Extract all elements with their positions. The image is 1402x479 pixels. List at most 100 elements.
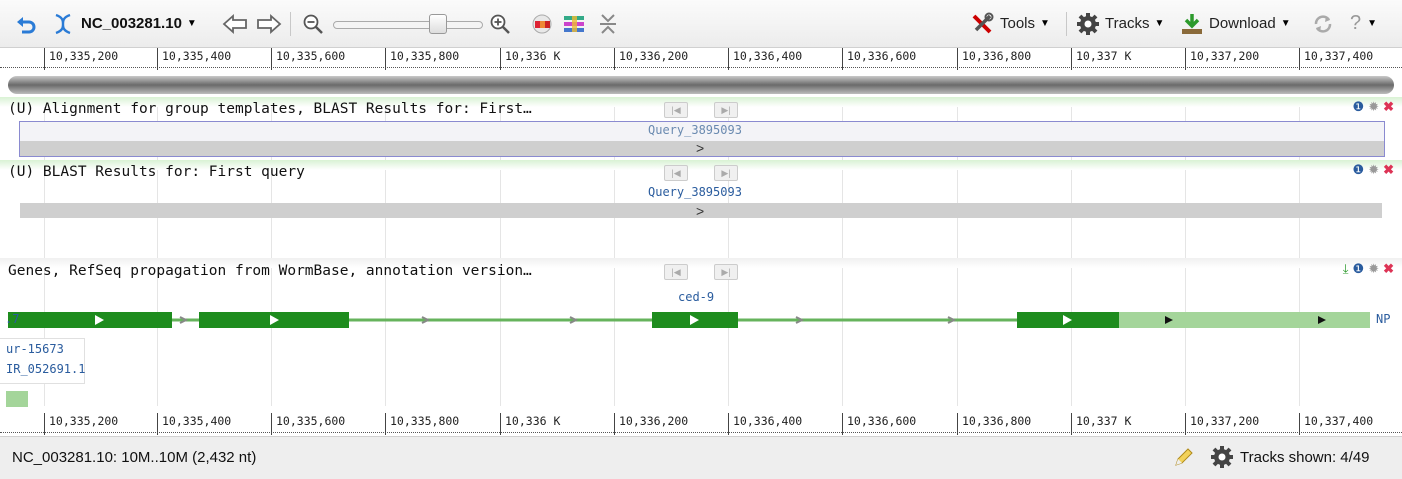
gene-label: ced-9 — [678, 290, 715, 304]
download-menu[interactable]: Download ▼ — [1180, 0, 1291, 47]
exon — [8, 312, 172, 328]
ruler-tick: 10,336,600 — [842, 48, 916, 70]
chevron-right-icon: > — [696, 203, 705, 219]
download-label: Download — [1209, 15, 1276, 32]
download-icon — [1182, 13, 1202, 34]
track-controls: ❶ ✹ ✖ — [1353, 99, 1394, 115]
zoom-in-button[interactable] — [489, 0, 511, 47]
chevron-down-icon: ▼ — [1040, 18, 1050, 29]
help-icon: ? — [1350, 12, 1362, 34]
help-menu[interactable]: ? ▼ — [1350, 0, 1377, 47]
ruler-tick: 10,336 K — [500, 48, 560, 70]
info-icon[interactable]: ❶ — [1353, 261, 1365, 277]
toolbar-separator — [290, 11, 291, 36]
gear-icon[interactable]: ✹ — [1368, 162, 1379, 178]
ruler-tick: 10,335,800 — [385, 413, 459, 435]
dna-icon[interactable] — [52, 0, 74, 47]
prev-feature-button[interactable]: |◀ — [664, 165, 688, 181]
accession-label: NC_003281.10 — [81, 15, 182, 32]
top-ruler: 10,335,200 10,335,400 10,335,600 10,335,800… — [0, 48, 1402, 70]
ruler-tick: 10,337,200 — [1185, 48, 1259, 70]
neighbor-feature[interactable] — [6, 391, 28, 407]
bottom-ruler: 10,335,200 10,335,400 10,335,600 10,335,800… — [0, 413, 1402, 435]
next-feature-button[interactable]: ▶| — [714, 264, 738, 280]
track-controls: ❶ ✹ ✖ — [1353, 162, 1394, 178]
close-icon[interactable]: ✖ — [1383, 261, 1394, 277]
accession-dropdown[interactable]: NC_003281.10 ▼ — [81, 0, 197, 47]
chevron-down-icon: ▼ — [1154, 18, 1165, 29]
utr — [1119, 312, 1370, 328]
next-feature-button[interactable]: ▶| — [714, 165, 738, 181]
ruler-tick: 10,335,400 — [157, 413, 231, 435]
ruler-tick: 10,336 K — [500, 413, 560, 435]
ruler-tick: 10,336,400 — [728, 413, 802, 435]
gear-icon[interactable]: ✹ — [1368, 99, 1379, 115]
track-label-blast: (U) BLAST Results for: First query — [8, 164, 305, 180]
ruler-tick: 10,337 K — [1071, 48, 1131, 70]
ruler-tick: 10,335,800 — [385, 48, 459, 70]
track-label-alignment: (U) Alignment for group templates, BLAST… — [8, 101, 532, 117]
collapse-icon[interactable] — [598, 0, 618, 47]
tracks-shown-text: Tracks shown: 4/49 — [1240, 449, 1370, 466]
ruler-tick: 10,336,800 — [957, 413, 1031, 435]
refresh-icon[interactable] — [1312, 0, 1334, 47]
ruler-tick: 10,336,600 — [842, 413, 916, 435]
overview-bar[interactable] — [8, 76, 1394, 94]
chevron-right-icon: > — [696, 140, 705, 156]
next-feature-button[interactable]: ▶| — [714, 102, 738, 118]
gene-left-label: .7 — [5, 312, 20, 326]
color-bars-icon[interactable] — [562, 0, 586, 47]
ruler-tick: 10,336,400 — [728, 48, 802, 70]
feature-label: Query_3895093 — [648, 123, 742, 137]
info-icon[interactable]: ❶ — [1353, 99, 1365, 115]
close-icon[interactable]: ✖ — [1383, 162, 1394, 178]
ruler-tick: 10,335,600 — [271, 413, 345, 435]
close-icon[interactable]: ✖ — [1383, 99, 1394, 115]
tracks-label: Tracks — [1105, 15, 1150, 32]
back-icon[interactable] — [14, 0, 38, 47]
prev-feature-button[interactable]: |◀ — [664, 264, 688, 280]
chevron-down-icon: ▼ — [1280, 18, 1291, 29]
zoom-out-button[interactable] — [302, 0, 324, 47]
pan-right-button[interactable] — [256, 0, 282, 47]
toolbar-separator — [1066, 11, 1067, 36]
gene-model[interactable] — [0, 305, 1402, 335]
ruler-tick: 10,336,800 — [957, 48, 1031, 70]
ruler-tick: 10,335,200 — [44, 413, 118, 435]
ruler-tick: 10,336,200 — [614, 48, 688, 70]
neighbor-transcript-label: IR_052691.1 — [6, 362, 86, 376]
prev-feature-button[interactable]: |◀ — [664, 102, 688, 118]
tools-menu[interactable]: Tools ▼ — [970, 0, 1050, 47]
ruler-tick: 10,337,200 — [1185, 413, 1259, 435]
gear-icon[interactable]: ✹ — [1368, 261, 1379, 277]
chevron-down-icon: ▼ — [186, 18, 197, 29]
status-bar: NC_003281.10: 10M..10M (2,432 nt) Tracks… — [0, 436, 1402, 479]
gear-icon[interactable] — [1210, 445, 1234, 474]
edit-icon[interactable] — [1172, 445, 1196, 474]
ruler-tick: 10,337,400 — [1299, 413, 1373, 435]
tools-label: Tools — [1000, 15, 1036, 32]
track-label-genes: Genes, RefSeq propagation from WormBase,… — [8, 263, 532, 279]
zoom-slider[interactable] — [333, 0, 483, 47]
gene-right-label: NP — [1376, 312, 1391, 326]
feature-label: Query_3895093 — [648, 185, 742, 199]
atg-icon[interactable] — [531, 0, 553, 47]
info-icon[interactable]: ❶ — [1353, 162, 1365, 178]
location-text: NC_003281.10: 10M..10M (2,432 nt) — [12, 449, 257, 466]
neighbor-gene-label: ur-15673 — [6, 342, 64, 356]
download-icon[interactable]: ⤓ — [1343, 261, 1349, 277]
ruler-tick: 10,335,200 — [44, 48, 118, 70]
ruler-tick: 10,335,600 — [271, 48, 345, 70]
ruler-tick: 10,336,200 — [614, 413, 688, 435]
tracks-menu[interactable]: Tracks ▼ — [1076, 0, 1164, 47]
track-controls: ⤓ ❶ ✹ ✖ — [1343, 261, 1394, 277]
pan-left-button[interactable] — [222, 0, 248, 47]
chevron-down-icon: ▼ — [1367, 18, 1378, 29]
toolbar: NC_003281.10 ▼ Tools ▼ Tracks ▼ Download… — [0, 0, 1402, 48]
ruler-tick: 10,337 K — [1071, 413, 1131, 435]
gear-icon — [1077, 12, 1099, 35]
tools-icon — [972, 12, 994, 33]
ruler-tick: 10,337,400 — [1299, 48, 1373, 70]
ruler-tick: 10,335,400 — [157, 48, 231, 70]
zoom-slider-handle[interactable] — [429, 13, 447, 34]
